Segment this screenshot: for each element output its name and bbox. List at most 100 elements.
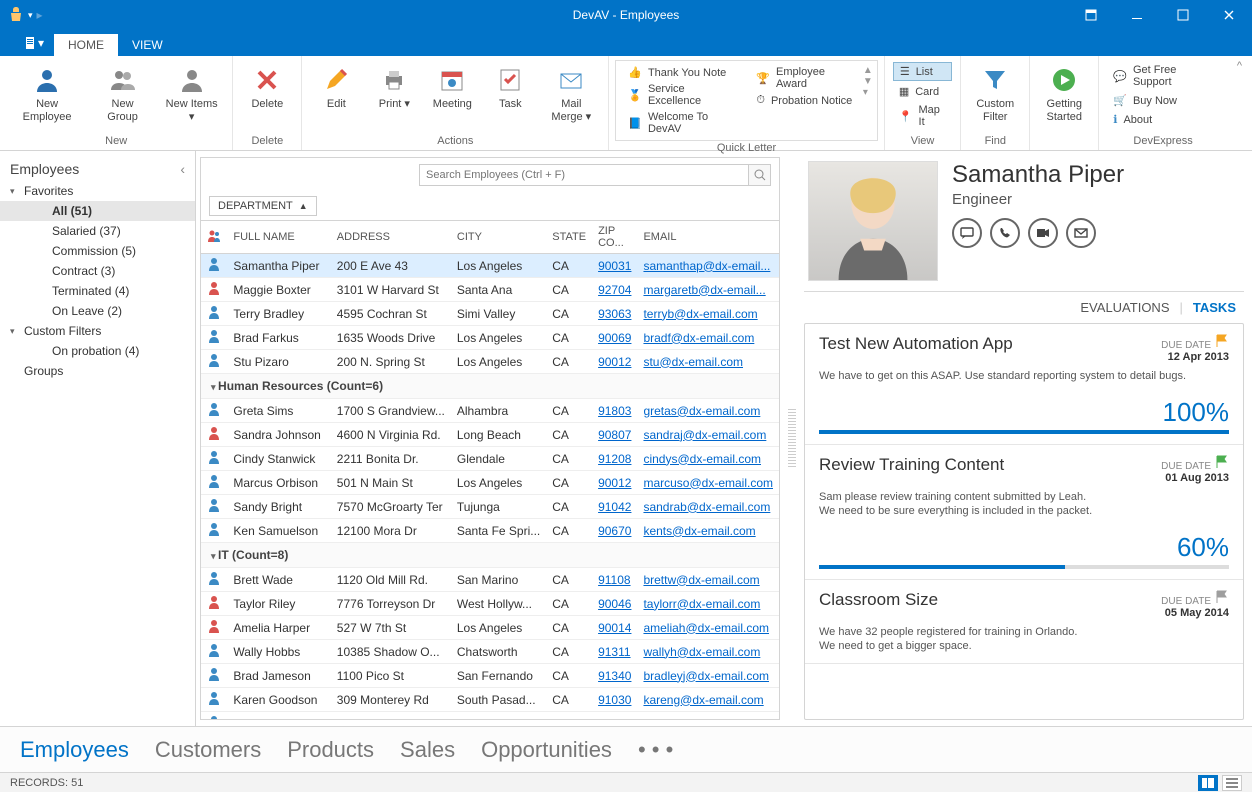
table-row[interactable]: Brad Farkus1635 Woods DriveLos AngelesCA… xyxy=(201,326,779,350)
employee-grid[interactable]: FULL NAMEADDRESSCITYSTATEZIP CO...EMAILS… xyxy=(201,220,779,719)
custom-filter-button[interactable]: Custom Filter xyxy=(967,60,1023,128)
column-header[interactable]: FULL NAME xyxy=(227,221,330,254)
tree-item[interactable]: Commission (5) xyxy=(0,241,195,261)
tree-item[interactable]: On probation (4) xyxy=(0,341,195,361)
table-row[interactable]: Brett Wade1120 Old Mill Rd.San MarinoCA9… xyxy=(201,568,779,592)
new-group-button[interactable]: New Group xyxy=(90,60,155,128)
call-button[interactable] xyxy=(990,218,1020,248)
splitter[interactable] xyxy=(788,409,796,469)
person-icon xyxy=(201,278,227,302)
table-row[interactable]: Sandra Johnson4600 N Virginia Rd.Long Be… xyxy=(201,423,779,447)
table-row[interactable]: Maggie Boxter3101 W Harvard StSanta AnaC… xyxy=(201,278,779,302)
nav-employees[interactable]: Employees xyxy=(20,737,129,763)
nav-opportunities[interactable]: Opportunities xyxy=(481,737,612,763)
groupby-chip[interactable]: DEPARTMENT▲ xyxy=(209,196,317,216)
table-row[interactable]: Samantha Piper200 E Ave 43Los AngelesCA9… xyxy=(201,254,779,278)
column-header[interactable]: ADDRESS xyxy=(331,221,451,254)
column-header[interactable]: STATE xyxy=(546,221,592,254)
column-header[interactable]: ZIP CO... xyxy=(592,221,637,254)
view-card-button[interactable]: ▦Card xyxy=(893,83,952,100)
group-row[interactable]: IT (Count=8) xyxy=(201,543,779,568)
column-header[interactable] xyxy=(201,221,227,254)
table-row[interactable]: Karen Goodson309 Monterey RdSouth Pasad.… xyxy=(201,688,779,712)
table-row[interactable]: Morgan Kennedy11222 Dilling StSan Fernan… xyxy=(201,712,779,720)
tree-section[interactable]: Favorites xyxy=(0,181,195,201)
nav-products[interactable]: Products xyxy=(287,737,374,763)
sidebar: Employees ‹ FavoritesAll (51)Salaried (3… xyxy=(0,151,196,726)
buy-now-button[interactable]: 🛒Buy Now xyxy=(1107,92,1219,109)
meeting-button[interactable]: Meeting xyxy=(424,60,480,115)
task-button[interactable]: Task xyxy=(482,60,538,115)
column-header[interactable]: EMAIL xyxy=(637,221,779,254)
nav-customers[interactable]: Customers xyxy=(155,737,261,763)
status-view-detail[interactable] xyxy=(1198,775,1218,791)
task-item[interactable]: Review Training Content DUE DATE01 Aug 2… xyxy=(805,445,1243,580)
search-input[interactable] xyxy=(419,164,749,186)
column-header[interactable]: CITY xyxy=(451,221,546,254)
ql-probation[interactable]: ⏱Probation Notice xyxy=(752,93,857,108)
new-items-button[interactable]: New Items ▾ xyxy=(157,60,226,128)
tree-item[interactable]: All (51) xyxy=(0,201,195,221)
group-row[interactable]: Human Resources (Count=6) xyxy=(201,374,779,399)
qat-dropdown[interactable]: ▾ xyxy=(28,10,33,21)
ribbon-collapse[interactable]: ^ xyxy=(1227,56,1252,150)
sidebar-collapse-icon[interactable]: ‹ xyxy=(180,161,185,177)
ql-employee-award[interactable]: 🏆Employee Award xyxy=(752,65,857,91)
table-row[interactable]: Greta Sims1700 S Grandview...AlhambraCA9… xyxy=(201,399,779,423)
nav-more[interactable]: • • • xyxy=(638,737,673,763)
video-button[interactable] xyxy=(1028,218,1058,248)
tree-item[interactable]: On Leave (2) xyxy=(0,301,195,321)
task-item[interactable]: Classroom Size DUE DATE05 May 2014 We ha… xyxy=(805,580,1243,664)
search-button[interactable] xyxy=(749,164,771,186)
ql-scroll-down[interactable]: ▼ xyxy=(863,76,873,87)
tree-section[interactable]: Groups xyxy=(0,361,195,381)
tasks-list[interactable]: Test New Automation App DUE DATE12 Apr 2… xyxy=(804,323,1244,720)
delete-button[interactable]: Delete xyxy=(239,60,295,115)
status-view-list[interactable] xyxy=(1222,775,1242,791)
tree-section[interactable]: Custom Filters xyxy=(0,321,195,341)
nav-sales[interactable]: Sales xyxy=(400,737,455,763)
getting-started-button[interactable]: Getting Started xyxy=(1036,60,1092,128)
tab-view[interactable]: VIEW xyxy=(118,34,177,56)
print-button[interactable]: Print ▾ xyxy=(366,60,422,115)
table-row[interactable]: Taylor Riley7776 Torreyson DrWest Hollyw… xyxy=(201,592,779,616)
email-button[interactable] xyxy=(1066,218,1096,248)
view-map-button[interactable]: 📍Map It xyxy=(893,102,952,130)
list-icon: ☰ xyxy=(900,65,910,78)
minimize-button[interactable] xyxy=(1114,0,1160,30)
close-button[interactable] xyxy=(1206,0,1252,30)
table-row[interactable]: Stu Pizaro200 N. Spring StLos AngelesCA9… xyxy=(201,350,779,374)
maximize-button[interactable] xyxy=(1160,0,1206,30)
message-button[interactable] xyxy=(952,218,982,248)
table-row[interactable]: Brad Jameson1100 Pico StSan FernandoCA91… xyxy=(201,664,779,688)
view-list-button[interactable]: ☰List xyxy=(893,62,952,81)
tab-home[interactable]: HOME xyxy=(54,34,118,56)
tree-item[interactable]: Salaried (37) xyxy=(0,221,195,241)
table-row[interactable]: Marcus Orbison501 N Main StLos AngelesCA… xyxy=(201,471,779,495)
table-row[interactable]: Cindy Stanwick2211 Bonita Dr.GlendaleCA9… xyxy=(201,447,779,471)
table-row[interactable]: Wally Hobbs10385 Shadow O...ChatsworthCA… xyxy=(201,640,779,664)
edit-button[interactable]: Edit xyxy=(308,60,364,115)
ribbon-display-options[interactable] xyxy=(1068,0,1114,30)
about-button[interactable]: ℹAbout xyxy=(1107,111,1219,128)
table-row[interactable]: Sandy Bright7570 McGroarty TerTujungaCA9… xyxy=(201,495,779,519)
table-row[interactable]: Ken Samuelson12100 Mora DrSanta Fe Spri.… xyxy=(201,519,779,543)
tab-evaluations[interactable]: EVALUATIONS xyxy=(1080,300,1169,315)
ql-thank-you[interactable]: 👍Thank You Note xyxy=(624,65,742,80)
map-pin-icon: 📍 xyxy=(899,110,913,123)
tab-tasks[interactable]: TASKS xyxy=(1193,300,1236,315)
ql-service-excellence[interactable]: 🏅Service Excellence xyxy=(624,82,742,108)
task-item[interactable]: Test New Automation App DUE DATE12 Apr 2… xyxy=(805,324,1243,445)
file-tab[interactable]: ▾ xyxy=(14,30,54,56)
new-employee-button[interactable]: New Employee xyxy=(6,60,88,128)
table-row[interactable]: Terry Bradley4595 Cochran StSimi ValleyC… xyxy=(201,302,779,326)
mailmerge-button[interactable]: Mail Merge ▾ xyxy=(540,60,602,128)
tree-item[interactable]: Terminated (4) xyxy=(0,281,195,301)
tree-item[interactable]: Contract (3) xyxy=(0,261,195,281)
ql-welcome[interactable]: 📘Welcome To DevAV xyxy=(624,110,742,136)
table-row[interactable]: Amelia Harper527 W 7th StLos AngelesCA90… xyxy=(201,616,779,640)
ql-scroll-up[interactable]: ▲ xyxy=(863,65,873,76)
person-icon xyxy=(201,302,227,326)
get-support-button[interactable]: 💬Get Free Support xyxy=(1107,62,1219,90)
ql-expand[interactable]: ▾ xyxy=(863,87,873,98)
